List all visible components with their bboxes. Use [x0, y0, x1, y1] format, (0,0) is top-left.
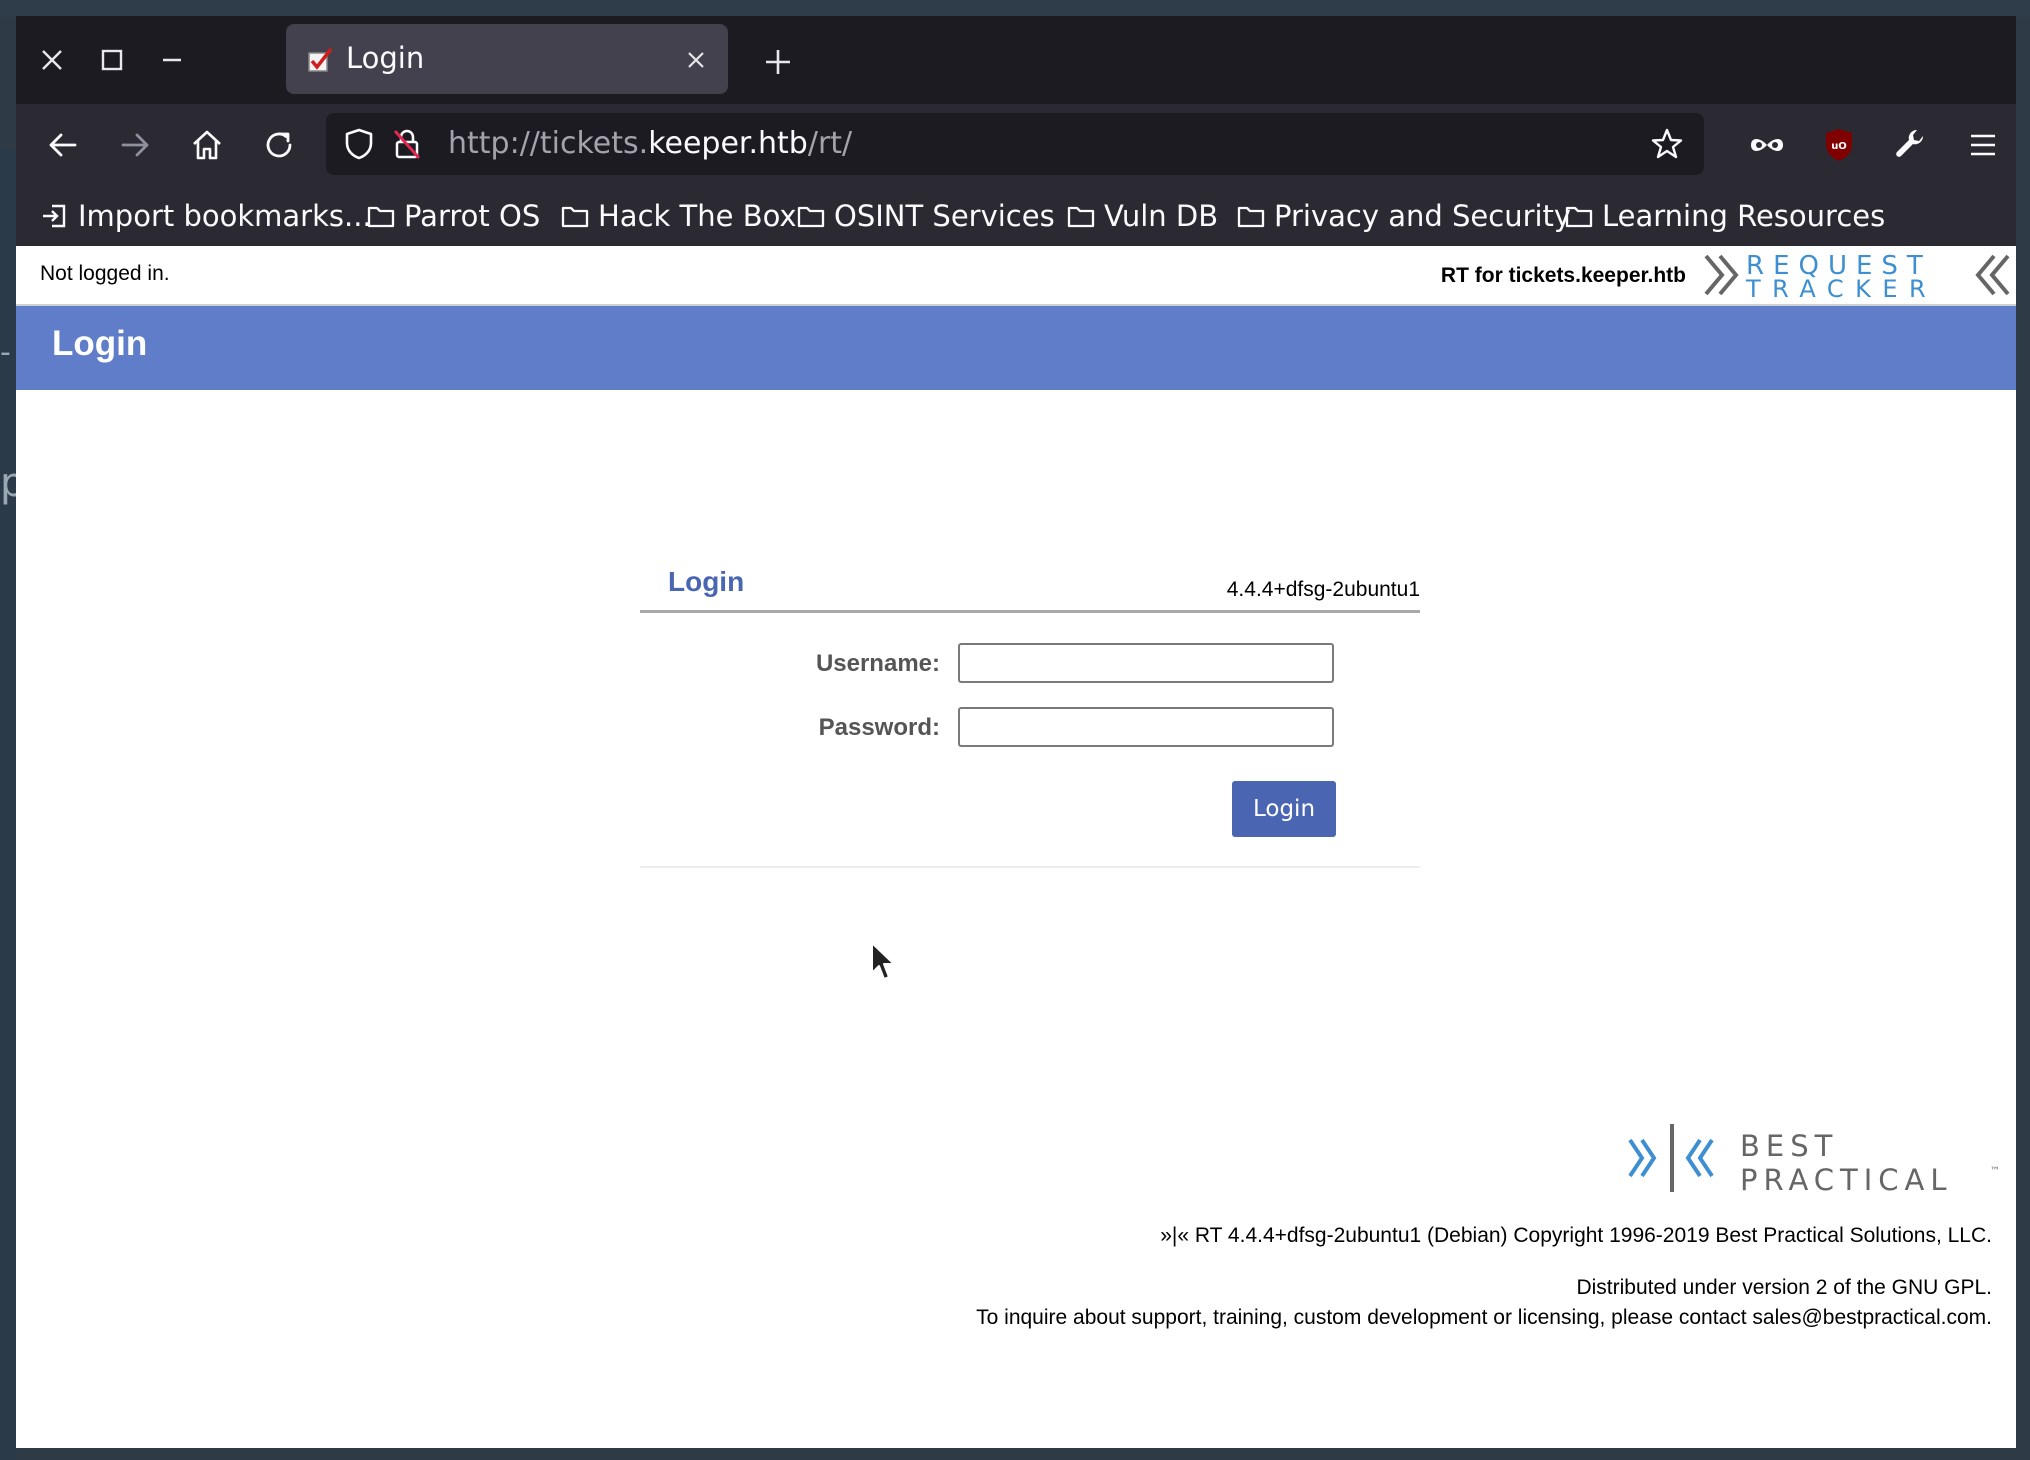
- password-label: Password:: [818, 714, 940, 741]
- rt-top-strip: Not logged in. RT for tickets.keeper.htb…: [16, 246, 2016, 306]
- navigation-toolbar: http://tickets.keeper.htb/rt/ uO: [16, 104, 2016, 186]
- url-bar[interactable]: http://tickets.keeper.htb/rt/: [326, 113, 1704, 175]
- login-box-title: Login: [668, 566, 745, 597]
- url-domain: keeper.htb: [648, 126, 808, 161]
- login-form: Login 4.4.4+dfsg-2ubuntu1 Username: Pass…: [640, 566, 1420, 872]
- tab-login[interactable]: Login: [286, 24, 728, 94]
- bookmark-label: Privacy and Security: [1274, 199, 1572, 233]
- footer-copyright: »|« RT 4.4.4+dfsg-2ubuntu1 (Debian) Copy…: [1160, 1224, 1992, 1247]
- logo-line-practical: PRACTICAL: [1740, 1163, 1953, 1196]
- folder-icon: [797, 206, 825, 228]
- title-divider: [640, 610, 1420, 613]
- footer-contact: To inquire about support, training, cust…: [976, 1306, 1992, 1329]
- login-box-bottom-edge: [640, 866, 1420, 868]
- folder-icon: [1237, 206, 1265, 228]
- close-window-icon[interactable]: [30, 38, 74, 82]
- bookmark-label: Hack The Box: [598, 199, 797, 233]
- new-tab-icon[interactable]: [756, 40, 800, 84]
- tab-title: Login: [346, 41, 425, 75]
- footer-license: Distributed under version 2 of the GNU G…: [1576, 1276, 1992, 1299]
- reload-icon[interactable]: [254, 120, 304, 170]
- ublock-origin-icon[interactable]: uO: [1814, 120, 1864, 170]
- username-input[interactable]: [958, 643, 1334, 683]
- password-input[interactable]: [958, 707, 1334, 747]
- login-button[interactable]: Login: [1232, 781, 1336, 837]
- bookmark-folder-osint-services[interactable]: OSINT Services: [796, 196, 1055, 236]
- bookmark-label: Learning Resources: [1602, 199, 1886, 233]
- rt-favicon-icon: [306, 46, 334, 74]
- logo-line-tracker: TRACKER: [1745, 275, 1937, 300]
- rt-version: 4.4.4+dfsg-2ubuntu1: [1226, 578, 1420, 601]
- bookmark-folder-learning-resources[interactable]: Learning Resources: [1564, 196, 1885, 236]
- desktop-background-glyph: -: [0, 335, 11, 370]
- page-title: Login: [52, 324, 148, 363]
- browser-window: Login http://tickets.keeper.htb/rt/ uO I…: [16, 16, 2016, 1448]
- import-icon: [43, 204, 66, 228]
- login-status: Not logged in.: [40, 262, 170, 285]
- bookmark-folder-hack-the-box[interactable]: Hack The Box: [560, 196, 797, 236]
- best-practical-logo[interactable]: BEST PRACTICAL ™: [1626, 1120, 2006, 1196]
- url-text[interactable]: http://tickets.keeper.htb/rt/: [448, 123, 852, 165]
- logo-trademark: ™: [1990, 1166, 2000, 1177]
- request-tracker-logo[interactable]: REQUEST TRACKER: [1702, 250, 2012, 300]
- url-path: /rt/: [807, 126, 853, 161]
- folder-icon: [1067, 206, 1095, 228]
- wrench-icon[interactable]: [1886, 120, 1936, 170]
- forward-icon[interactable]: [110, 120, 160, 170]
- svg-text:uO: uO: [1831, 141, 1847, 152]
- folder-icon: [1565, 206, 1593, 228]
- shield-icon[interactable]: [340, 125, 378, 163]
- bookmark-import[interactable]: Import bookmarks...: [40, 196, 372, 236]
- page-header: Login: [16, 306, 2016, 390]
- tab-close-icon[interactable]: [680, 44, 712, 76]
- logo-line-best: BEST: [1740, 1129, 1838, 1163]
- bookmark-folder-parrot-os[interactable]: Parrot OS: [366, 196, 540, 236]
- title-bar: Login: [16, 16, 2016, 104]
- page-content: Not logged in. RT for tickets.keeper.htb…: [16, 246, 2016, 1448]
- bookmark-star-icon[interactable]: [1648, 125, 1686, 163]
- private-mask-icon[interactable]: [1742, 120, 1792, 170]
- minimize-window-icon[interactable]: [150, 38, 194, 82]
- url-scheme: http://tickets.: [448, 126, 649, 161]
- folder-icon: [561, 206, 589, 228]
- folder-icon: [367, 206, 395, 228]
- back-icon[interactable]: [38, 120, 88, 170]
- bookmark-label: OSINT Services: [834, 199, 1055, 233]
- insecure-lock-icon[interactable]: [388, 125, 426, 163]
- mouse-cursor-icon: [871, 942, 895, 980]
- home-icon[interactable]: [182, 120, 232, 170]
- bookmark-label: Import bookmarks...: [78, 199, 372, 233]
- bookmark-folder-privacy-and-security[interactable]: Privacy and Security: [1236, 196, 1571, 236]
- maximize-window-icon[interactable]: [90, 38, 134, 82]
- rt-instance-label: RT for tickets.keeper.htb: [1440, 264, 1686, 287]
- bookmark-label: Parrot OS: [404, 199, 541, 233]
- bookmark-label: Vuln DB: [1104, 199, 1219, 233]
- username-label: Username:: [815, 650, 940, 677]
- hamburger-menu-icon[interactable]: [1958, 120, 2008, 170]
- bookmark-folder-vuln-db[interactable]: Vuln DB: [1066, 196, 1218, 236]
- bookmarks-toolbar: Import bookmarks... Parrot OS Hack The B…: [16, 186, 2016, 246]
